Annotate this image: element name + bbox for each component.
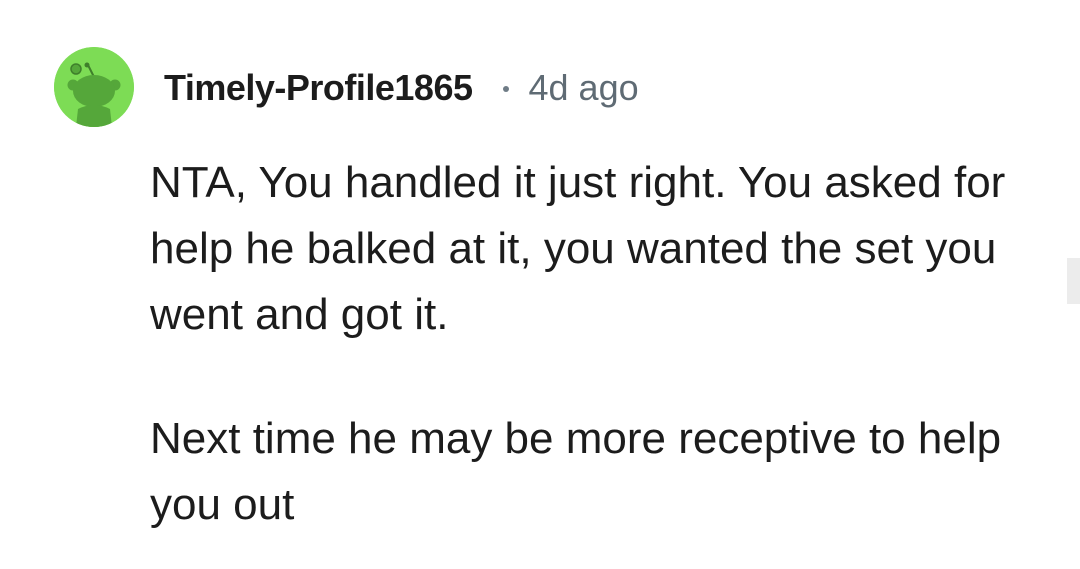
separator-dot xyxy=(502,86,509,92)
scroll-handle[interactable] xyxy=(1067,258,1080,304)
comment-body: NTA, You handled it just right. You aske… xyxy=(150,150,1030,538)
comment-paragraph: Next time he may be more receptive to he… xyxy=(150,414,1002,529)
username-link[interactable]: Timely-Profile1865 xyxy=(164,67,473,109)
comment-timestamp: 4d ago xyxy=(528,67,639,108)
comment-paragraph: NTA, You handled it just right. You aske… xyxy=(150,158,1006,339)
comment-header: Timely-Profile1865 4d ago xyxy=(164,60,639,116)
comment-card: Timely-Profile1865 4d ago NTA, You handl… xyxy=(0,0,1080,569)
avatar-icon[interactable] xyxy=(54,47,134,127)
reddit-snoo-avatar-icon xyxy=(54,47,134,127)
